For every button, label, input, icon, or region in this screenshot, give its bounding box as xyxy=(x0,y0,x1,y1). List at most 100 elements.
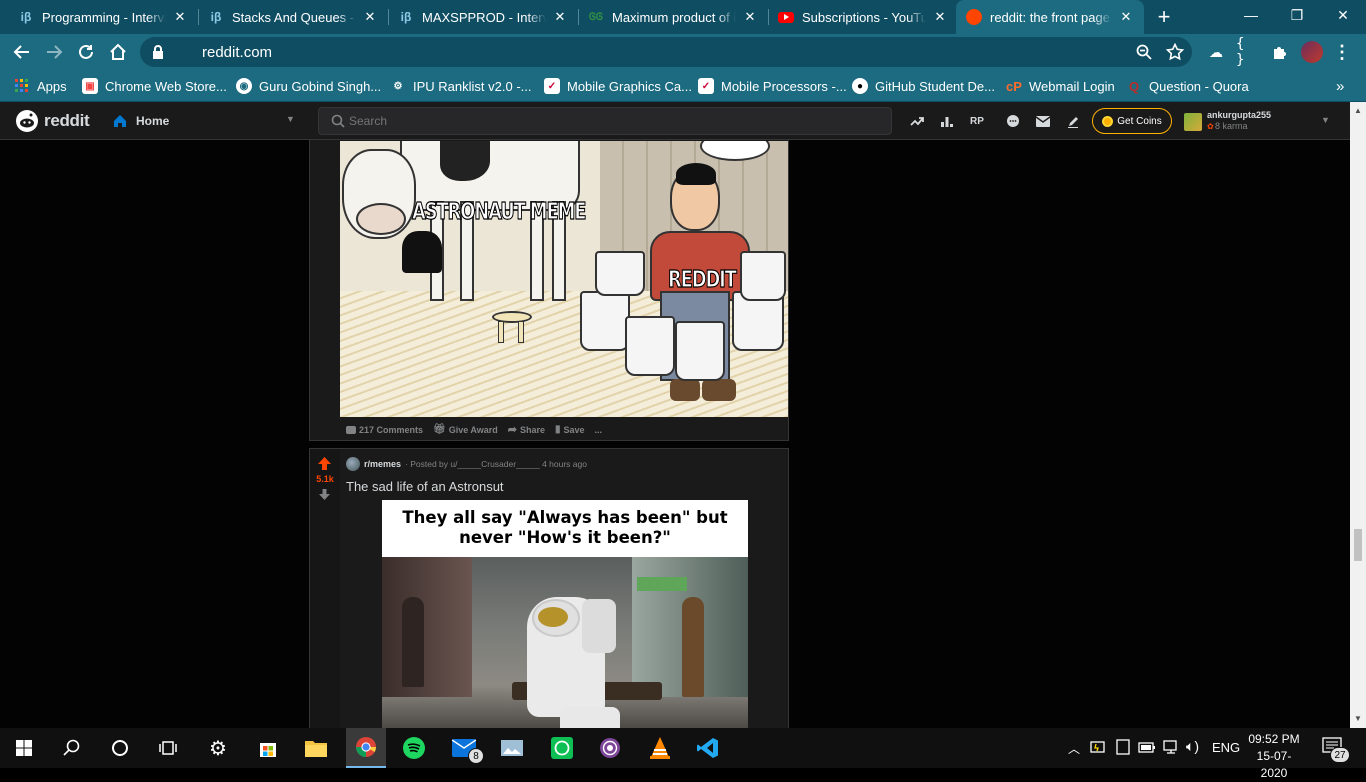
chat-icon[interactable] xyxy=(1004,112,1022,130)
search-input[interactable] xyxy=(349,112,869,130)
get-coins-button[interactable]: Get Coins xyxy=(1092,108,1172,134)
user-menu[interactable]: ankurgupta255 ✿ 8 karma ▼ xyxy=(1184,107,1336,135)
subreddit-link[interactable]: r/memes xyxy=(364,459,401,469)
bookmark-guru-gobind-singh[interactable]: ◉ Guru Gobind Singh... xyxy=(236,76,381,96)
bookmark-chrome-web-store[interactable]: ▣ Chrome Web Store... xyxy=(82,76,227,96)
network-icon[interactable] xyxy=(1162,739,1180,758)
post-title[interactable]: The sad life of an Astronsut xyxy=(346,479,504,494)
close-window-button[interactable]: ✕ xyxy=(1320,0,1366,30)
volume-icon[interactable]: 🔈︎) xyxy=(1186,738,1199,755)
whatsapp-icon[interactable] xyxy=(546,732,578,764)
battery-saver-icon[interactable] xyxy=(1090,739,1106,758)
scrollbar-thumb[interactable] xyxy=(1354,529,1362,561)
tray-chevron-up-icon[interactable]: ︿ xyxy=(1068,740,1080,757)
back-button[interactable] xyxy=(10,40,34,64)
forward-button[interactable] xyxy=(42,40,66,64)
tab-programming[interactable]: iβ Programming - Intervie ✕ xyxy=(8,0,198,34)
save-button[interactable]: ▮ Save xyxy=(555,423,585,436)
post-image-meme[interactable]: They all say "Always has been" but never… xyxy=(382,500,748,728)
vscode-icon[interactable] xyxy=(692,732,724,764)
bookmark-mobile-processors[interactable]: ✓ Mobile Processors -... xyxy=(698,76,847,96)
post-image-meme[interactable]: ASTRONAUT MEME REDDIT xyxy=(340,141,788,417)
all-stats-icon[interactable] xyxy=(938,112,956,130)
close-icon[interactable]: ✕ xyxy=(172,9,188,25)
language-indicator[interactable]: ENG xyxy=(1212,740,1240,755)
clock[interactable]: 09:52 PM 15-07-2020 xyxy=(1244,731,1304,782)
tab-maximum-product[interactable]: ᎶᎶ Maximum product of in ✕ xyxy=(578,0,768,34)
tab-reddit[interactable]: reddit: the front page o ✕ xyxy=(956,0,1144,34)
extensions-puzzle-icon[interactable] xyxy=(1268,40,1292,64)
tab-stacks-queues[interactable]: iβ Stacks And Queues - Int ✕ xyxy=(198,0,388,34)
bookmark-quora[interactable]: Q Question - Quora xyxy=(1126,76,1249,96)
close-icon[interactable]: ✕ xyxy=(932,9,948,25)
share-button[interactable]: ➦ Share xyxy=(508,423,545,436)
minimize-button[interactable]: — xyxy=(1228,0,1274,30)
bookmark-ipu-ranklist[interactable]: ⚙ IPU Ranklist v2.0 -... xyxy=(390,76,532,96)
menu-dots-icon[interactable]: ⋮ xyxy=(1330,40,1354,64)
tablet-mode-icon[interactable] xyxy=(1116,739,1130,758)
geeksforgeeks-icon: ᎶᎶ xyxy=(588,11,604,23)
chrome-taskbar-icon[interactable] xyxy=(346,728,386,768)
spotify-icon[interactable] xyxy=(398,732,430,764)
close-icon[interactable]: ✕ xyxy=(1118,9,1134,25)
reddit-logo[interactable]: reddit xyxy=(16,110,90,132)
address-bar[interactable]: reddit.com xyxy=(140,37,1192,67)
reload-button[interactable] xyxy=(74,40,98,64)
bookmarks-overflow-button[interactable]: » xyxy=(1336,76,1344,96)
scroll-down-arrow-icon[interactable]: ▼ xyxy=(1354,714,1362,723)
search-icon xyxy=(331,114,345,128)
bookmark-label: Mobile Processors -... xyxy=(721,78,847,94)
profile-avatar[interactable] xyxy=(1300,40,1324,64)
page-scrollbar[interactable]: ▲ ▼ xyxy=(1350,102,1366,728)
comments-button[interactable]: 217 Comments xyxy=(346,423,423,436)
close-icon[interactable]: ✕ xyxy=(552,9,568,25)
interviewbit-icon: iβ xyxy=(210,10,222,24)
clock-date: 15-07-2020 xyxy=(1256,749,1292,780)
battery-icon[interactable] xyxy=(1138,739,1156,758)
interviewbit-icon: iβ xyxy=(20,10,32,24)
extension-braces-icon[interactable]: { } xyxy=(1236,36,1260,68)
scroll-up-arrow-icon[interactable]: ▲ xyxy=(1354,106,1362,115)
home-dropdown[interactable]: Home ▼ xyxy=(104,108,302,134)
home-button[interactable] xyxy=(106,40,130,64)
upvote-arrow-icon[interactable] xyxy=(318,457,331,470)
create-post-pencil-icon[interactable] xyxy=(1064,112,1082,130)
new-tab-button[interactable]: + xyxy=(1152,0,1176,34)
tab-maxspprod[interactable]: iβ MAXSPPROD - Intervie ✕ xyxy=(388,0,578,34)
star-icon[interactable] xyxy=(1166,43,1184,61)
windows-start-icon[interactable] xyxy=(8,732,40,764)
photos-icon[interactable] xyxy=(496,732,528,764)
rpan-icon[interactable]: RP xyxy=(968,112,986,130)
zoom-icon[interactable] xyxy=(1136,44,1152,60)
microsoft-store-icon[interactable] xyxy=(252,732,284,764)
popular-trending-icon[interactable] xyxy=(908,112,926,130)
coin-icon xyxy=(1102,115,1114,127)
cortana-icon[interactable] xyxy=(104,732,136,764)
extension-cloud-icon[interactable]: ☁ xyxy=(1204,40,1228,64)
tor-browser-icon[interactable] xyxy=(594,732,626,764)
settings-gear-icon[interactable]: ⚙ xyxy=(202,732,234,764)
bookmark-mobile-graphics[interactable]: ✓ Mobile Graphics Ca... xyxy=(544,76,692,96)
post-card[interactable]: ASTRONAUT MEME REDDIT 217 Comments 🎁︎ Giv… xyxy=(309,140,789,441)
bookmark-webmail-login[interactable]: cP Webmail Login xyxy=(1006,76,1115,96)
chevron-down-icon: ▼ xyxy=(286,114,295,124)
bookmark-apps[interactable]: Apps xyxy=(14,76,67,96)
vlc-icon[interactable] xyxy=(644,732,676,764)
restore-button[interactable]: ❐ xyxy=(1274,0,1320,30)
close-icon[interactable]: ✕ xyxy=(362,9,378,25)
messages-mail-icon[interactable] xyxy=(1034,112,1052,130)
downvote-arrow-icon[interactable] xyxy=(319,489,330,500)
mail-icon[interactable]: 8 xyxy=(448,732,484,764)
bookmark-github-student[interactable]: ● GitHub Student De... xyxy=(852,76,995,96)
tab-youtube[interactable]: Subscriptions - YouTub ✕ xyxy=(768,0,958,34)
reload-icon xyxy=(79,44,93,59)
file-explorer-icon[interactable] xyxy=(300,732,332,764)
close-icon[interactable]: ✕ xyxy=(742,9,758,25)
search-box[interactable] xyxy=(318,107,892,135)
post-card[interactable]: 5.1k r/memes · Posted by u/_____Crusader… xyxy=(309,448,789,728)
search-icon[interactable] xyxy=(56,732,88,764)
more-options-button[interactable]: ... xyxy=(595,423,603,436)
give-award-button[interactable]: 🎁︎ Give Award xyxy=(433,423,498,436)
lock-icon xyxy=(153,45,163,59)
task-view-icon[interactable] xyxy=(152,732,184,764)
